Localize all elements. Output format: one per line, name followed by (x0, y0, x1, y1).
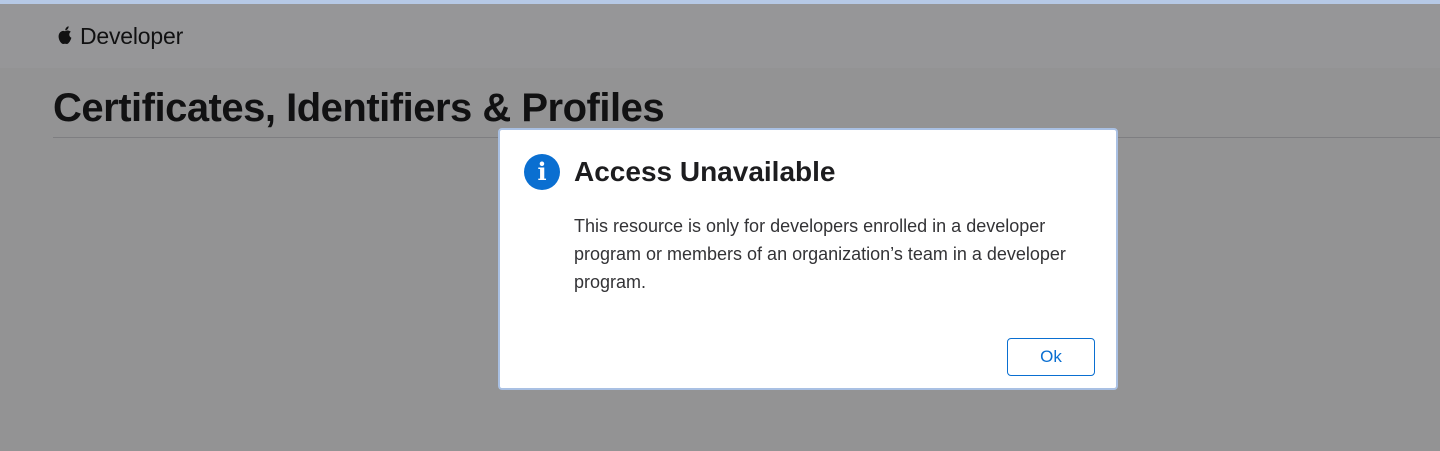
dialog-message: This resource is only for developers enr… (574, 216, 1066, 292)
dialog-title: Access Unavailable (574, 156, 836, 187)
access-unavailable-dialog: i Access Unavailable This resource is on… (498, 128, 1118, 390)
info-icon: i (524, 154, 560, 190)
ok-button[interactable]: Ok (1007, 338, 1095, 376)
